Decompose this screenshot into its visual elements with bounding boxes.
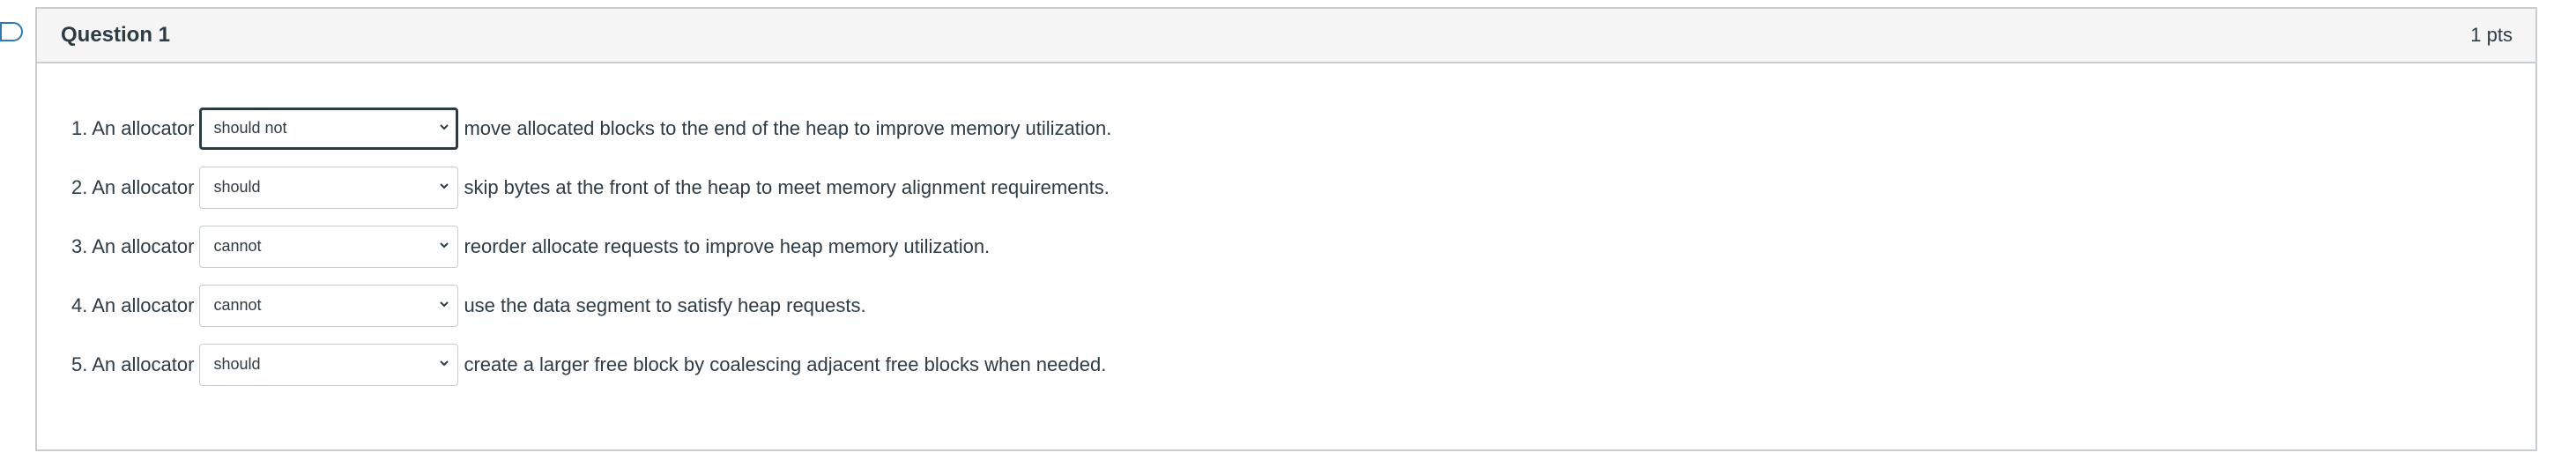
question-panel: Question 1 1 pts 1. An allocator should … [35,7,2537,451]
dropdown-value: should [213,178,261,196]
chevron-down-icon [440,301,449,308]
chevron-down-icon [440,183,449,189]
item-suffix: skip bytes at the front of the heap to m… [464,176,1110,198]
question-item-5: 5. An allocator should create a larger f… [71,343,1106,387]
question-header: Question 1 1 pts [37,9,2535,63]
dropdown-value: cannot [213,296,262,314]
answer-dropdown-2[interactable]: should [199,167,459,209]
question-item-3: 3. An allocator cannot reorder allocate … [71,225,990,269]
item-prefix: 1. An allocator [71,117,195,139]
item-prefix: 3. An allocator [71,235,195,257]
item-suffix: move allocated blocks to the end of the … [464,117,1112,139]
question-title: Question 1 [61,23,171,47]
answer-dropdown-5[interactable]: should [199,344,459,386]
item-prefix: 4. An allocator [71,294,195,316]
dropdown-value: should not [213,119,287,137]
answer-dropdown-1[interactable]: should not [199,108,459,150]
answer-dropdown-3[interactable]: cannot [199,226,459,268]
question-item-4: 4. An allocator cannot use the data segm… [71,284,866,328]
item-suffix: use the data segment to satisfy heap req… [464,294,866,316]
answer-dropdown-4[interactable]: cannot [199,285,459,327]
dropdown-value: should [213,355,261,373]
chevron-down-icon [440,360,449,367]
question-item-1: 1. An allocator should not move allocate… [71,107,1111,151]
item-suffix: create a larger free block by coalescing… [464,353,1107,375]
dropdown-value: cannot [213,237,262,255]
chevron-down-icon [440,242,449,249]
item-prefix: 5. An allocator [71,353,195,375]
item-suffix: reorder allocate requests to improve hea… [464,235,991,257]
question-points: 1 pts [2470,24,2513,46]
chevron-down-icon [440,124,449,130]
bookmark-icon[interactable] [0,20,23,43]
item-prefix: 2. An allocator [71,176,195,198]
question-item-2: 2. An allocator should skip bytes at the… [71,166,1110,210]
